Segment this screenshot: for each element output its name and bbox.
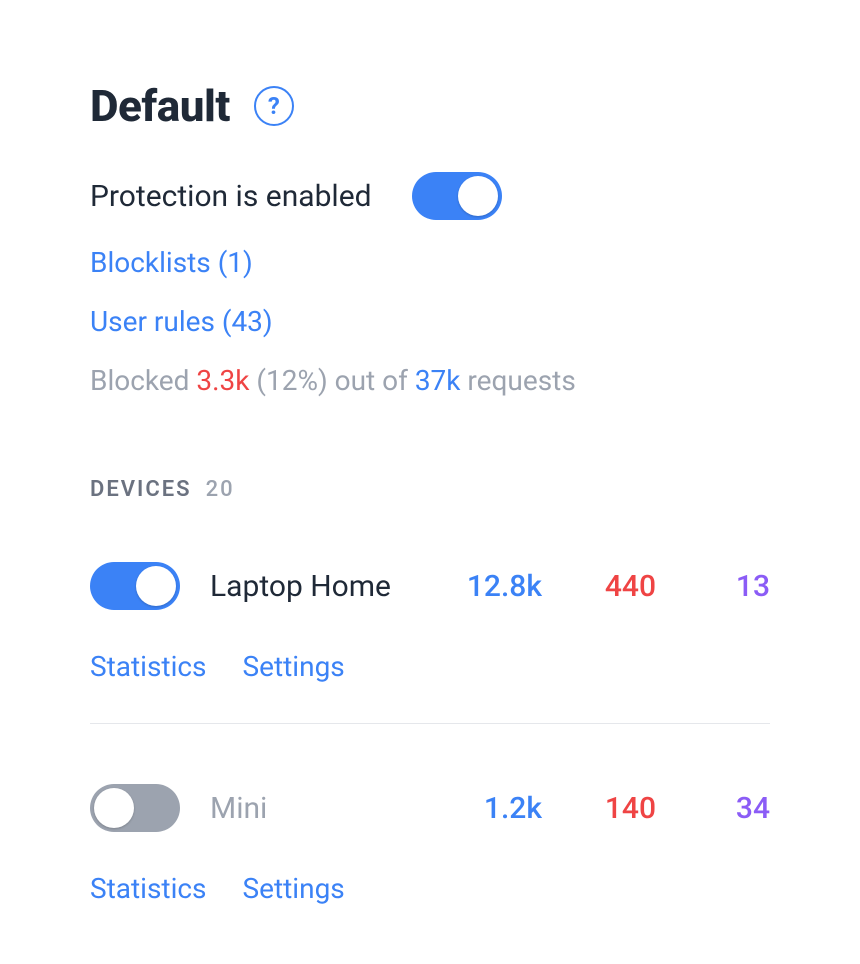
devices-header: Devices 20 [90, 477, 770, 502]
device-stat-requests: 12.8k [462, 569, 542, 604]
user-rules-link[interactable]: User rules (43) [90, 305, 770, 338]
device-stat-other: 34 [690, 791, 770, 826]
blocklists-link[interactable]: Blocklists (1) [90, 246, 770, 279]
device-row: Mini 1.2k 140 34 Statistics Settings [90, 724, 770, 945]
device-top: Laptop Home 12.8k 440 13 [90, 562, 770, 610]
page-root: Default ? Protection is enabled Blocklis… [0, 0, 860, 945]
blocked-tail: requests [460, 364, 575, 397]
device-statistics-link[interactable]: Statistics [90, 872, 207, 905]
device-stats: 12.8k 440 13 [462, 569, 770, 604]
device-toggle[interactable] [90, 562, 180, 610]
device-toggle[interactable] [90, 784, 180, 832]
device-statistics-link[interactable]: Statistics [90, 650, 207, 683]
page-title: Default [90, 80, 230, 132]
device-name: Laptop Home [210, 569, 391, 604]
help-icon[interactable]: ? [254, 86, 294, 126]
blocked-summary: Blocked 3.3k (12%) out of 37k requests [90, 364, 770, 397]
device-name: Mini [210, 791, 267, 826]
protection-row: Protection is enabled [90, 172, 770, 220]
blocked-count: 3.3k [196, 364, 249, 397]
device-settings-link[interactable]: Settings [243, 650, 345, 683]
device-row: Laptop Home 12.8k 440 13 Statistics Sett… [90, 502, 770, 724]
device-stat-blocked: 140 [576, 791, 656, 826]
device-stat-other: 13 [690, 569, 770, 604]
devices-count: 20 [206, 477, 235, 502]
device-settings-link[interactable]: Settings [243, 872, 345, 905]
header-row: Default ? [90, 80, 770, 132]
protection-status-text: Protection is enabled [90, 179, 372, 214]
devices-label: Devices [90, 477, 192, 502]
device-links: Statistics Settings [90, 872, 770, 905]
protection-toggle[interactable] [412, 172, 502, 220]
blocked-prefix: Blocked [90, 364, 196, 397]
blocked-percent: (12%) out of [249, 364, 414, 397]
device-stat-requests: 1.2k [462, 791, 542, 826]
total-requests-link[interactable]: 37k [415, 364, 461, 397]
device-stats: 1.2k 140 34 [462, 791, 770, 826]
device-stat-blocked: 440 [576, 569, 656, 604]
device-top: Mini 1.2k 140 34 [90, 784, 770, 832]
device-links: Statistics Settings [90, 650, 770, 683]
